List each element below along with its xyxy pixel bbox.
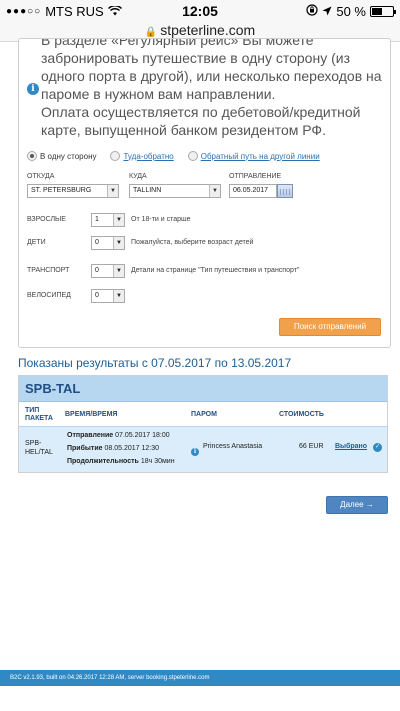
from-label: ОТКУДА [27, 173, 55, 180]
arrival-label: Прибытие [67, 445, 103, 452]
transport-label: ТРАНСПОРТ [27, 267, 70, 274]
radio-button[interactable] [187, 151, 198, 161]
from-select[interactable]: ST. PETERSBURG ▼ [27, 184, 119, 198]
info-box: i В разделе «Регулярный рейс» Вы можете … [19, 38, 390, 139]
children-value: 0 [95, 239, 99, 246]
trip-type-options: В одну сторону Туда-обратно Обратный пут… [27, 151, 334, 161]
to-label: КУДА [129, 173, 147, 180]
chevron-down-icon: ▼ [107, 185, 118, 197]
duration-label: Продолжительность [67, 458, 139, 465]
radio-one-way[interactable]: В одну сторону [27, 151, 96, 161]
transport-select[interactable]: 0 ▼ [91, 264, 125, 278]
departure-date-input[interactable]: 06.05.2017 [229, 184, 277, 198]
info-paragraph-1: В разделе «Регулярный рейс» Вы можете за… [41, 38, 382, 102]
radio-label[interactable]: Обратный путь на другой линии [201, 152, 320, 161]
results-title: Показаны результаты с 07.05.2017 по 13.0… [18, 356, 292, 370]
battery-percent: 50 % [336, 4, 366, 19]
arrival-value: 08.05.2017 12:30 [104, 445, 160, 452]
price-cell: 66 EUR [299, 443, 324, 450]
lock-icon: 🔒 [144, 27, 158, 38]
transport-value: 0 [95, 267, 99, 274]
bottom-spacer [0, 686, 400, 711]
col-price: СТОИМОСТЬ [279, 411, 324, 418]
battery-icon [370, 6, 396, 17]
children-select[interactable]: 0 ▼ [91, 236, 125, 250]
table-row[interactable]: SPB-HEL/TAL Отправление 07.05.2017 18:00… [19, 426, 387, 472]
duration-line: Продолжительность 18ч 30мин [67, 458, 175, 465]
info-icon: i [27, 83, 39, 95]
search-button[interactable]: Поиск отправлений [279, 318, 381, 336]
departure-label: Отправление [67, 432, 114, 439]
duration-value: 18ч 30мин [140, 458, 175, 465]
info-paragraph-2: Оплата осуществляется по дебетовой/креди… [41, 104, 361, 138]
arrival-line: Прибытие 08.05.2017 12:30 [67, 445, 159, 452]
selected-link[interactable]: Выбрано [335, 443, 367, 450]
radio-other-line[interactable]: Обратный путь на другой линии [187, 151, 320, 161]
departure-value: 07.05.2017 18:00 [115, 432, 170, 439]
adults-select[interactable]: 1 ▼ [91, 213, 125, 227]
from-value: ST. PETERSBURG [31, 187, 92, 194]
results-table: SPB-TAL ТИП ПАКЕТА ВРЕМЯ/ВРЕМЯ ПАРОМ СТО… [18, 375, 388, 473]
status-right: 50 % [306, 4, 396, 19]
bicycle-label: ВЕЛОСИПЕД [27, 292, 71, 299]
radio-round-trip[interactable]: Туда-обратно [110, 151, 174, 161]
chevron-down-icon: ▼ [113, 290, 124, 302]
table-header: ТИП ПАКЕТА ВРЕМЯ/ВРЕМЯ ПАРОМ СТОИМОСТЬ [19, 403, 387, 425]
col-time: ВРЕМЯ/ВРЕМЯ [65, 411, 118, 418]
status-bar: ●●●○○ MTS RUS 12:05 50 % [0, 0, 400, 22]
chevron-down-icon: ▼ [113, 265, 124, 277]
chevron-down-icon: ▼ [113, 237, 124, 249]
ferry-cell: Princess Anastasia [203, 443, 263, 450]
package-cell: SPB-HEL/TAL [25, 440, 53, 456]
info-text: В разделе «Регулярный рейс» Вы можете за… [41, 38, 386, 139]
departure-line: Отправление 07.05.2017 18:00 [67, 432, 170, 439]
radio-label[interactable]: Туда-обратно [123, 152, 173, 161]
info-icon[interactable]: i [191, 448, 199, 456]
search-form: i В разделе «Регулярный рейс» Вы можете … [18, 38, 391, 348]
url-text: stpeterline.com [160, 22, 256, 38]
rotation-lock-icon [306, 4, 318, 19]
adults-label: ВЗРОСЛЫЕ [27, 216, 66, 223]
radio-button[interactable] [27, 151, 37, 161]
bicycle-value: 0 [95, 292, 99, 299]
battery-fill [372, 8, 382, 15]
route-header: SPB-TAL [19, 376, 387, 402]
chevron-down-icon: ▼ [113, 214, 124, 226]
children-hint: Пожалуйста, выберите возраст детей [131, 239, 254, 246]
adults-value: 1 [95, 216, 99, 223]
to-value: TALLINN [133, 187, 162, 194]
transport-hint: Детали на странице "Тип путешествия и тр… [131, 267, 300, 274]
next-button[interactable]: Далее → [326, 496, 388, 514]
bicycle-select[interactable]: 0 ▼ [91, 289, 125, 303]
check-icon: ✓ [373, 443, 382, 452]
adults-hint: От 18-ти и старше [131, 216, 191, 223]
footer: B2C v2.1.93, built on 04.26.2017 12:28 A… [0, 670, 400, 686]
chevron-down-icon: ▼ [209, 185, 220, 197]
col-package-type: ТИП ПАКЕТА [25, 407, 53, 422]
children-label: ДЕТИ [27, 239, 46, 246]
to-select[interactable]: TALLINN ▼ [129, 184, 221, 198]
departure-label: ОТПРАВЛЕНИЕ [229, 173, 282, 180]
radio-button[interactable] [110, 151, 121, 161]
calendar-icon[interactable] [277, 184, 293, 198]
col-ferry: ПАРОМ [191, 411, 217, 418]
location-arrow-icon [322, 4, 332, 19]
radio-label: В одну сторону [40, 151, 97, 161]
